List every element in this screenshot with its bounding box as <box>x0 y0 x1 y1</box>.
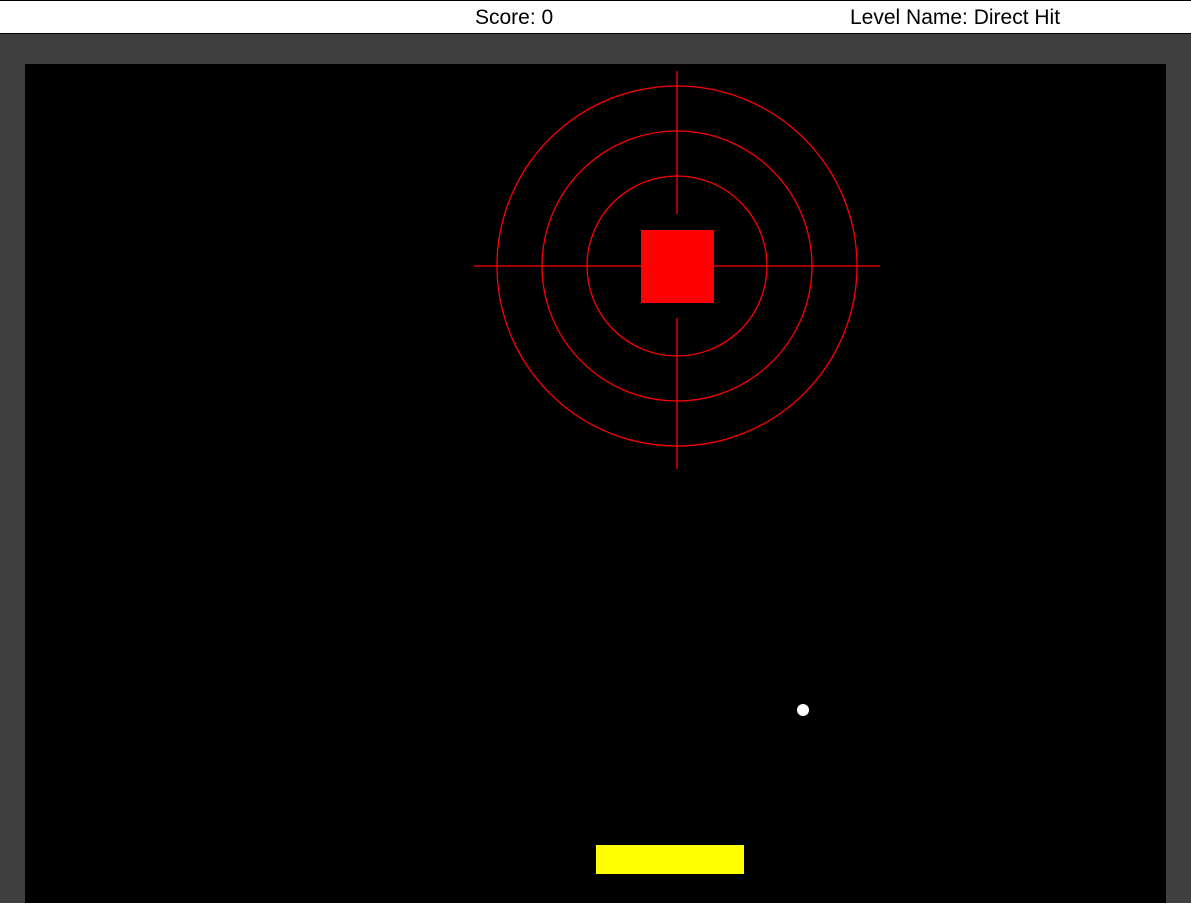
right-wall <box>1166 34 1191 903</box>
left-wall <box>0 34 25 903</box>
score-display: Score: 0 <box>475 6 554 29</box>
level-name-display: Level Name: Direct Hit <box>850 6 1061 29</box>
play-field <box>0 34 1191 903</box>
target-block <box>641 230 714 303</box>
ball <box>797 704 809 716</box>
hud-bar: Score: 0 Level Name: Direct Hit <box>0 0 1191 34</box>
game-area[interactable] <box>0 34 1191 903</box>
game-canvas[interactable] <box>0 34 1191 903</box>
paddle[interactable] <box>596 845 744 874</box>
top-wall <box>25 34 1166 64</box>
